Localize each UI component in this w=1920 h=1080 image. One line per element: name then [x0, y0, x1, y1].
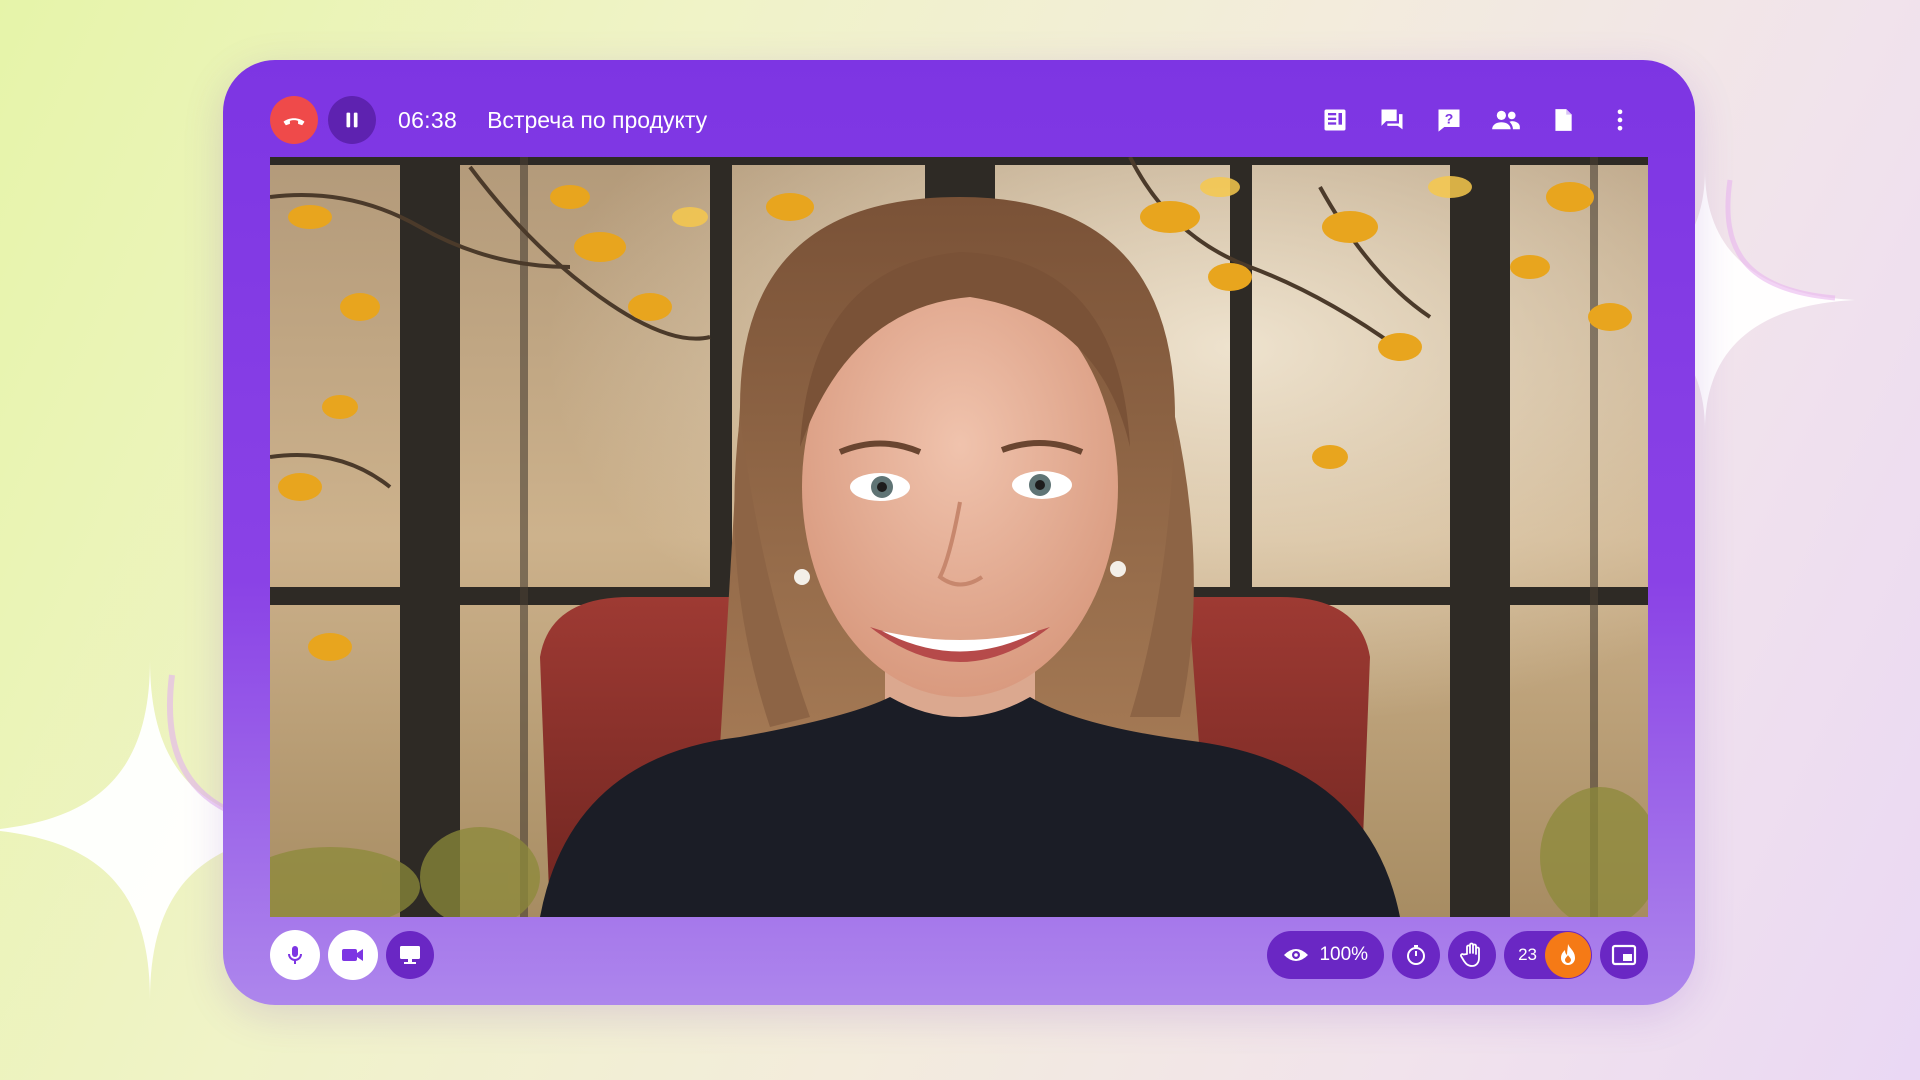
viewers-percent: 100% — [1319, 944, 1369, 965]
chat-icon — [1381, 109, 1402, 130]
questions-button[interactable]: ? — [1420, 100, 1477, 140]
files-button[interactable] — [1534, 100, 1591, 140]
viewers-pill[interactable]: 100% — [1267, 931, 1385, 979]
agenda-icon — [1324, 109, 1345, 131]
pause-icon — [346, 112, 358, 128]
microphone-icon — [288, 946, 302, 964]
reactions-pill[interactable]: 23 — [1504, 931, 1592, 979]
svg-text:?: ? — [1444, 111, 1453, 127]
more-icon — [1617, 109, 1622, 131]
meeting-title: Встреча по продукту — [487, 106, 708, 133]
questions-icon: ? — [1438, 109, 1459, 132]
timer-icon — [1407, 945, 1426, 965]
raise-hand-icon — [1460, 942, 1480, 967]
fire-reaction — [1545, 932, 1591, 978]
hangup-button[interactable] — [270, 96, 318, 144]
call-window: 06:38 Встреча по продукту ? 100% 23 — [223, 60, 1695, 1005]
screen-share-button[interactable] — [386, 931, 434, 979]
participants-icon — [1491, 110, 1520, 130]
camera-button[interactable] — [328, 930, 378, 980]
more-button[interactable] — [1591, 100, 1648, 140]
camera-icon — [342, 949, 363, 961]
call-timer: 06:38 — [398, 106, 458, 133]
speaker-video-image — [270, 157, 1648, 917]
call-header: 06:38 Встреча по продукту ? — [270, 95, 1648, 145]
video-feed — [270, 157, 1648, 917]
microphone-button[interactable] — [270, 930, 320, 980]
eye-icon — [1284, 949, 1309, 961]
screen-share-icon — [400, 946, 420, 964]
document-icon — [1554, 109, 1572, 131]
pause-button[interactable] — [328, 96, 376, 144]
agenda-button[interactable] — [1306, 100, 1363, 140]
reactions-count: 23 — [1518, 945, 1537, 964]
chat-button[interactable] — [1363, 100, 1420, 140]
header-toolbar: ? — [1306, 100, 1648, 140]
fire-icon — [1561, 944, 1575, 965]
raise-hand-button[interactable] — [1448, 931, 1497, 979]
picture-in-picture-button[interactable] — [1600, 931, 1648, 979]
picture-in-picture-icon — [1611, 944, 1637, 966]
right-controls: 100% 23 — [1267, 931, 1648, 979]
timer-button[interactable] — [1392, 931, 1441, 979]
call-controls: 100% 23 — [270, 930, 1648, 980]
participants-button[interactable] — [1477, 100, 1534, 140]
phone-hangup-icon — [283, 118, 305, 126]
